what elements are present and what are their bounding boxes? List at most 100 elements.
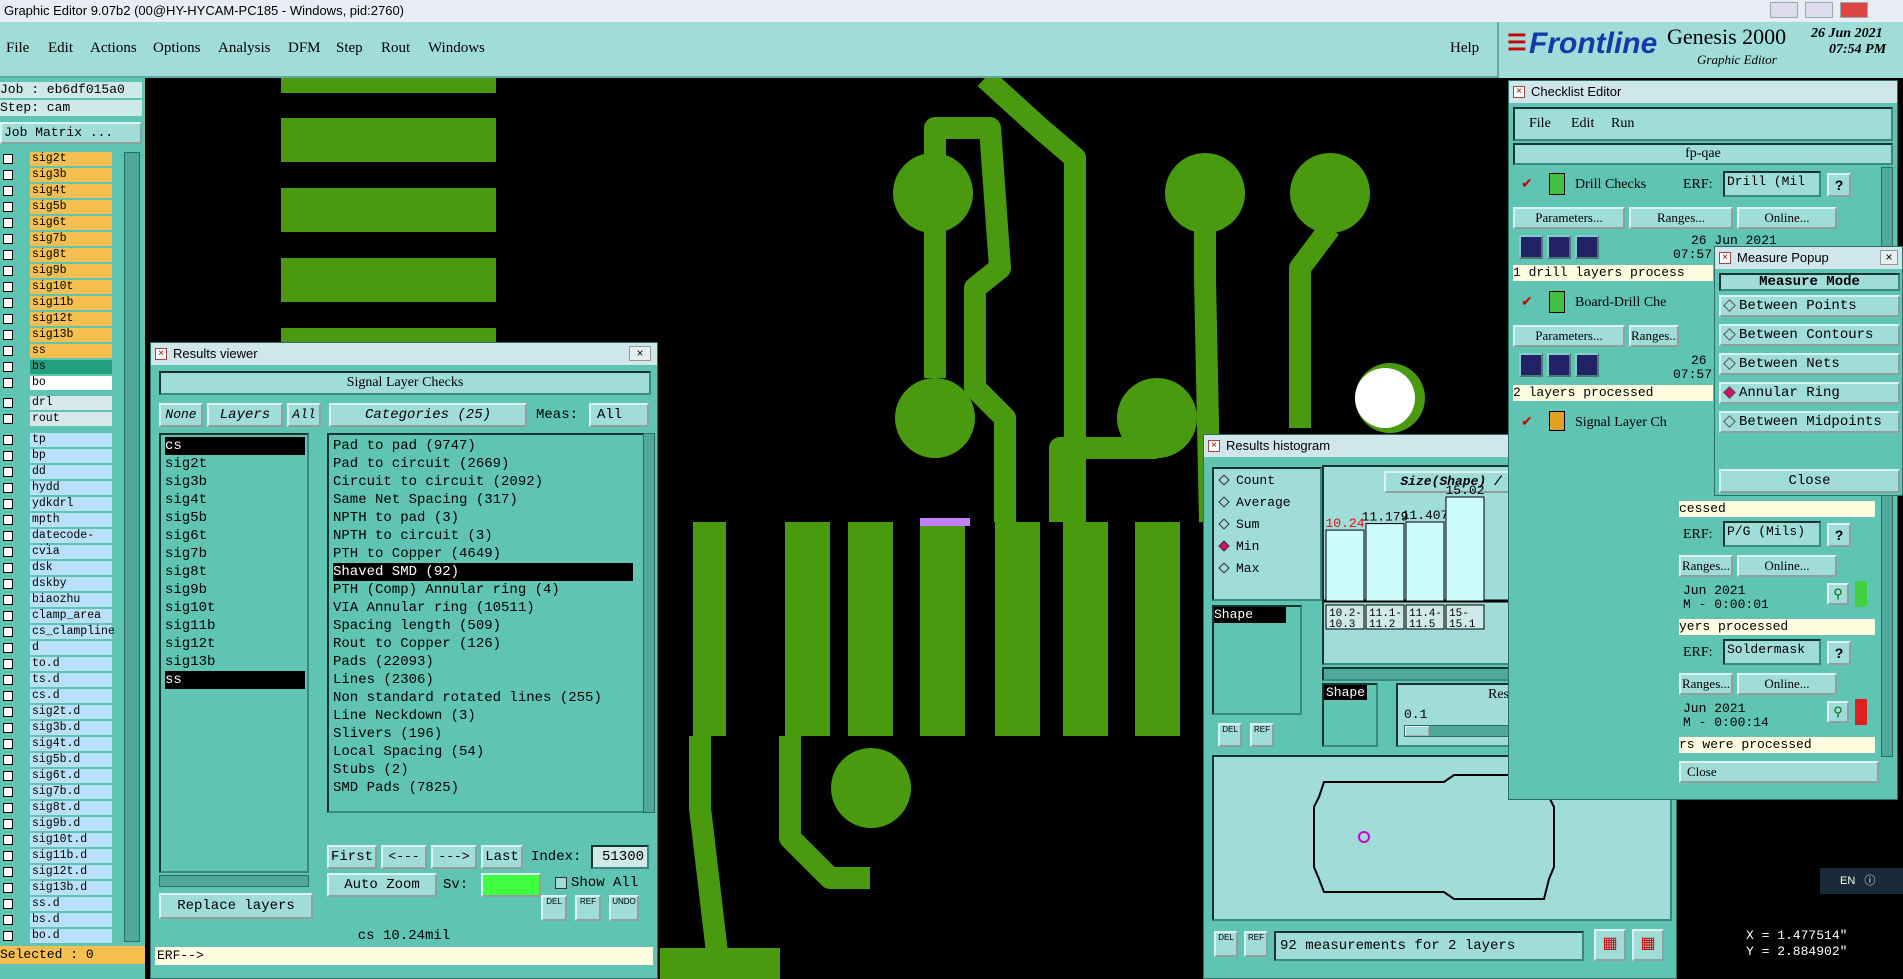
layer-name[interactable]: mpth xyxy=(30,513,112,527)
layer-name[interactable]: cs.d xyxy=(30,689,112,703)
layer-row[interactable]: rout xyxy=(0,412,120,427)
partial-online-button-2[interactable]: Online... xyxy=(1737,673,1837,695)
results-layer-item[interactable]: sig13b xyxy=(165,653,305,671)
layer-name[interactable]: sig11b xyxy=(30,296,112,310)
layer-name[interactable]: sig12t.d xyxy=(30,865,112,879)
layer-checkbox[interactable] xyxy=(3,266,13,276)
menu-help[interactable]: Help xyxy=(1450,40,1479,57)
layer-name[interactable]: d xyxy=(30,641,112,655)
layer-checkbox[interactable] xyxy=(3,362,13,372)
layer-row[interactable]: sig10t.d xyxy=(0,833,120,848)
results-layer-item[interactable]: sig12t xyxy=(165,635,305,653)
partial-erf-field-2[interactable]: Soldermask xyxy=(1723,639,1821,665)
layer-name[interactable]: sig6t xyxy=(30,216,112,230)
layer-checkbox[interactable] xyxy=(3,883,13,893)
layer-name[interactable]: sig12t xyxy=(30,312,112,326)
chart-icon-button-2[interactable]: ▦ xyxy=(1632,929,1664,961)
layer-row[interactable]: cvia xyxy=(0,545,120,560)
measure-close-x-button[interactable]: × xyxy=(1880,250,1898,265)
item2-ranges-button[interactable]: Ranges... xyxy=(1629,325,1679,347)
item1-run-icon-2[interactable] xyxy=(1547,235,1571,259)
results-layer-item[interactable]: ss xyxy=(165,671,305,689)
results-layer-item[interactable]: sig2t xyxy=(165,455,305,473)
menu-options[interactable]: Options xyxy=(153,40,201,57)
layer-row[interactable]: sig8t.d xyxy=(0,801,120,816)
category-item[interactable]: Line Neckdown (3) xyxy=(333,707,633,725)
layer-row[interactable]: dd xyxy=(0,465,120,480)
histogram-option-min[interactable]: Min xyxy=(1218,539,1259,554)
categories-button[interactable]: Categories (25) xyxy=(329,403,527,427)
ref-button[interactable]: REF xyxy=(575,895,601,921)
layer-row[interactable]: sig4t xyxy=(0,184,120,199)
item3-check-icon[interactable]: ✔ xyxy=(1521,413,1533,430)
layer-row[interactable]: ss.d xyxy=(0,897,120,912)
layer-name[interactable]: bp xyxy=(30,449,112,463)
item2-parameters-button[interactable]: Parameters... xyxy=(1513,325,1625,347)
layer-checkbox[interactable] xyxy=(3,691,13,701)
meas-select[interactable]: All xyxy=(589,403,649,427)
layer-checkbox[interactable] xyxy=(3,378,13,388)
partial-help-button-1[interactable]: ? xyxy=(1827,523,1851,547)
layer-checkbox[interactable] xyxy=(3,579,13,589)
layer-checkbox[interactable] xyxy=(3,170,13,180)
layer-checkbox[interactable] xyxy=(3,867,13,877)
layer-name[interactable]: sig4t.d xyxy=(30,737,112,751)
layer-name[interactable]: sig10t.d xyxy=(30,833,112,847)
layer-row[interactable]: cs_clampline xyxy=(0,625,120,640)
layer-name[interactable]: dsk xyxy=(30,561,112,575)
layer-checkbox[interactable] xyxy=(3,643,13,653)
category-item[interactable]: Stubs (2) xyxy=(333,761,633,779)
partial-ranges-button-1[interactable]: Ranges... xyxy=(1679,555,1733,577)
footer-ref-button[interactable]: REF xyxy=(1244,931,1268,957)
results-layer-scrollbar[interactable] xyxy=(159,875,309,887)
layer-name[interactable]: datecode-pth xyxy=(30,529,112,556)
item1-ranges-button[interactable]: Ranges... xyxy=(1629,207,1733,229)
show-all-checkbox[interactable] xyxy=(555,877,567,889)
category-item[interactable]: Spacing length (509) xyxy=(333,617,633,635)
layer-checkbox[interactable] xyxy=(3,330,13,340)
layer-checkbox[interactable] xyxy=(3,835,13,845)
prev-button[interactable]: <--- xyxy=(381,845,427,869)
del-button[interactable]: DEL xyxy=(541,895,567,921)
layer-row[interactable]: cs.d xyxy=(0,689,120,704)
layer-name[interactable]: sig8t xyxy=(30,248,112,262)
layer-checkbox[interactable] xyxy=(3,563,13,573)
checklist-menu-file[interactable]: File xyxy=(1529,116,1551,132)
histogram-option-count[interactable]: Count xyxy=(1218,473,1275,488)
results-layer-item[interactable]: sig8t xyxy=(165,563,305,581)
category-item[interactable]: Local Spacing (54) xyxy=(333,743,633,761)
layer-checkbox[interactable] xyxy=(3,186,13,196)
menu-actions[interactable]: Actions xyxy=(90,40,137,57)
replace-layers-select[interactable]: Replace layers xyxy=(159,893,313,919)
checklist-close-button[interactable]: Close xyxy=(1679,761,1879,783)
layer-name[interactable]: sig6t.d xyxy=(30,769,112,783)
results-layer-item[interactable]: cs xyxy=(165,437,305,455)
category-item[interactable]: PTH to Copper (4649) xyxy=(333,545,633,563)
layer-row[interactable]: hydd xyxy=(0,481,120,496)
layer-checkbox[interactable] xyxy=(3,547,13,557)
layer-row[interactable]: bo.d xyxy=(0,929,120,944)
layer-row[interactable]: sig5b xyxy=(0,200,120,215)
menu-rout[interactable]: Rout xyxy=(381,40,410,57)
sv-color-select[interactable] xyxy=(481,873,541,897)
item1-help-button[interactable]: ? xyxy=(1827,173,1851,197)
footer-del-button[interactable]: DEL xyxy=(1214,931,1238,957)
results-layer-item[interactable]: sig6t xyxy=(165,527,305,545)
layer-name[interactable]: cvia xyxy=(30,545,112,559)
layer-checkbox[interactable] xyxy=(3,451,13,461)
minimize-button[interactable] xyxy=(1770,2,1798,18)
layer-name[interactable]: dskby xyxy=(30,577,112,591)
menu-analysis[interactable]: Analysis xyxy=(218,40,271,57)
layer-row[interactable]: sig5b.d xyxy=(0,753,120,768)
layer-row[interactable]: sig12t.d xyxy=(0,865,120,880)
layer-row[interactable]: d xyxy=(0,641,120,656)
category-item[interactable]: Rout to Copper (126) xyxy=(333,635,633,653)
menu-edit[interactable]: Edit xyxy=(48,40,73,57)
partial-erf-field-1[interactable]: P/G (Mils) xyxy=(1723,521,1821,547)
category-item[interactable]: Shaved SMD (92) xyxy=(333,563,633,581)
layer-checkbox[interactable] xyxy=(3,931,13,941)
layer-name[interactable]: hydd xyxy=(30,481,112,495)
histogram-option-average[interactable]: Average xyxy=(1218,495,1291,510)
layer-row[interactable]: sig3b.d xyxy=(0,721,120,736)
item1-run-icon-1[interactable] xyxy=(1519,235,1543,259)
